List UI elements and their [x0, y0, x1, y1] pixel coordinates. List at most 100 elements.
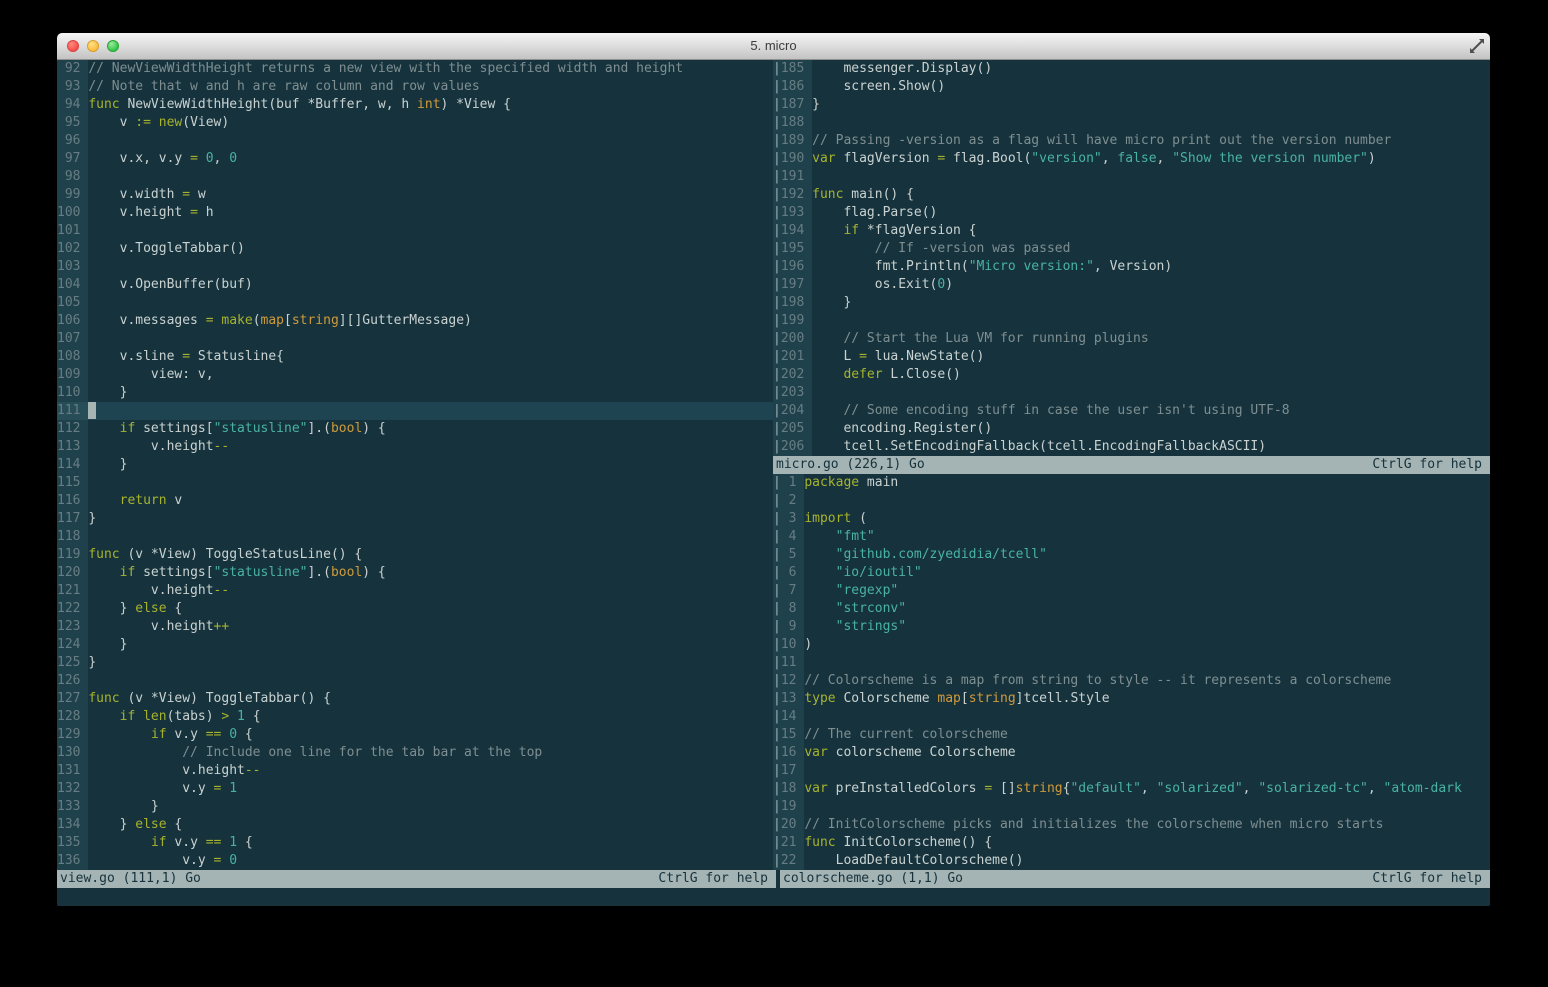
code-line[interactable]: 97 v.x, v.y = 0, 0 — [57, 150, 773, 168]
code-line[interactable]: 136 v.y = 0 — [57, 852, 773, 870]
code-line[interactable]: |199 — [773, 312, 1490, 330]
code-line[interactable]: |205 encoding.Register() — [773, 420, 1490, 438]
code-line[interactable]: |191 — [773, 168, 1490, 186]
split-divider: | — [773, 601, 781, 616]
code-line[interactable]: 100 v.height = h — [57, 204, 773, 222]
code-line[interactable]: 94 func NewViewWidthHeight(buf *Buffer, … — [57, 96, 773, 114]
code-line[interactable]: |206 tcell.SetEncodingFallback(tcell.Enc… — [773, 438, 1490, 456]
code-line[interactable]: 127 func (v *View) ToggleTabbar() { — [57, 690, 773, 708]
code-line[interactable]: 110 } — [57, 384, 773, 402]
code-line[interactable]: 106 v.messages = make(map[string][]Gutte… — [57, 312, 773, 330]
code-line[interactable]: |16 var colorscheme Colorscheme — [773, 744, 1490, 762]
code-line[interactable]: 133 } — [57, 798, 773, 816]
code-line[interactable]: |22 LoadDefaultColorscheme() — [773, 852, 1490, 870]
fullscreen-icon[interactable] — [1469, 38, 1485, 54]
code-line[interactable]: 108 v.sline = Statusline{ — [57, 348, 773, 366]
code-line[interactable]: 95 v := new(View) — [57, 114, 773, 132]
code-line[interactable]: 105 — [57, 294, 773, 312]
code-line[interactable]: | 4 "fmt" — [773, 528, 1490, 546]
code-line[interactable]: |10 ) — [773, 636, 1490, 654]
pane-colorscheme-go[interactable]: | 1 package main| 2 | 3 import (| 4 "fmt… — [773, 474, 1490, 870]
code-line[interactable]: |197 os.Exit(0) — [773, 276, 1490, 294]
code-line[interactable]: 115 — [57, 474, 773, 492]
code-line[interactable]: |201 L = lua.NewState() — [773, 348, 1490, 366]
code-line[interactable]: |19 — [773, 798, 1490, 816]
code-line[interactable]: 130 // Include one line for the tab bar … — [57, 744, 773, 762]
code-line[interactable]: 118 — [57, 528, 773, 546]
command-line[interactable] — [57, 888, 1490, 906]
code-line[interactable]: | 1 package main — [773, 474, 1490, 492]
code-line[interactable]: |193 flag.Parse() — [773, 204, 1490, 222]
pane-view-go[interactable]: 92 // NewViewWidthHeight returns a new v… — [57, 60, 773, 870]
code-line[interactable]: | 3 import ( — [773, 510, 1490, 528]
code-line[interactable]: 113 v.height-- — [57, 438, 773, 456]
code-line[interactable]: 129 if v.y == 0 { — [57, 726, 773, 744]
code-line[interactable]: |196 fmt.Println("Micro version:", Versi… — [773, 258, 1490, 276]
code-line[interactable]: |198 } — [773, 294, 1490, 312]
code-line[interactable]: |21 func InitColorscheme() { — [773, 834, 1490, 852]
code-line[interactable]: |13 type Colorscheme map[string]tcell.St… — [773, 690, 1490, 708]
code-line[interactable]: | 6 "io/ioutil" — [773, 564, 1490, 582]
code-line[interactable]: | 7 "regexp" — [773, 582, 1490, 600]
code-line[interactable]: |15 // The current colorscheme — [773, 726, 1490, 744]
code-line[interactable]: |195 // If -version was passed — [773, 240, 1490, 258]
code-line[interactable]: 98 — [57, 168, 773, 186]
code-line[interactable]: 104 v.OpenBuffer(buf) — [57, 276, 773, 294]
code-line[interactable]: 93 // Note that w and h are raw column a… — [57, 78, 773, 96]
code-line[interactable]: 131 v.height-- — [57, 762, 773, 780]
code-line[interactable]: 134 } else { — [57, 816, 773, 834]
code-line[interactable]: 114 } — [57, 456, 773, 474]
code-line[interactable]: 102 v.ToggleTabbar() — [57, 240, 773, 258]
code-line[interactable]: |12 // Colorscheme is a map from string … — [773, 672, 1490, 690]
code-line[interactable]: 103 — [57, 258, 773, 276]
code-line[interactable]: 122 } else { — [57, 600, 773, 618]
code-line[interactable]: |203 — [773, 384, 1490, 402]
code-line[interactable]: |200 // Start the Lua VM for running plu… — [773, 330, 1490, 348]
code-line[interactable]: 92 // NewViewWidthHeight returns a new v… — [57, 60, 773, 78]
code-line[interactable]: 109 view: v, — [57, 366, 773, 384]
code-line[interactable]: 124 } — [57, 636, 773, 654]
code-line[interactable]: | 8 "strconv" — [773, 600, 1490, 618]
code-line[interactable]: |192 func main() { — [773, 186, 1490, 204]
code-line[interactable]: |185 messenger.Display() — [773, 60, 1490, 78]
code-line[interactable]: |186 screen.Show() — [773, 78, 1490, 96]
code-line[interactable]: 116 return v — [57, 492, 773, 510]
code-line[interactable]: 111 — [57, 402, 773, 420]
code-line[interactable]: 125 } — [57, 654, 773, 672]
window-titlebar[interactable]: 5. micro — [57, 33, 1490, 60]
code-line[interactable]: | 2 — [773, 492, 1490, 510]
code-line[interactable]: |17 — [773, 762, 1490, 780]
code-line[interactable]: |14 — [773, 708, 1490, 726]
code-line[interactable]: | 9 "strings" — [773, 618, 1490, 636]
code-line[interactable]: | 5 "github.com/zyedidia/tcell" — [773, 546, 1490, 564]
code-line[interactable]: |188 — [773, 114, 1490, 132]
code-line[interactable]: |204 // Some encoding stuff in case the … — [773, 402, 1490, 420]
code-line[interactable]: 135 if v.y == 1 { — [57, 834, 773, 852]
code-line[interactable]: 99 v.width = w — [57, 186, 773, 204]
line-number: |196 — [773, 258, 812, 276]
code-line[interactable]: 96 — [57, 132, 773, 150]
code-line[interactable]: 101 — [57, 222, 773, 240]
code-line[interactable]: |189 // Passing -version as a flag will … — [773, 132, 1490, 150]
line-number: 120 — [57, 564, 88, 582]
split-divider: | — [773, 745, 781, 760]
code-line[interactable]: 123 v.height++ — [57, 618, 773, 636]
code-line[interactable]: |18 var preInstalledColors = []string{"d… — [773, 780, 1490, 798]
code-line[interactable]: |20 // InitColorscheme picks and initial… — [773, 816, 1490, 834]
pane-micro-go[interactable]: |185 messenger.Display()|186 screen.Show… — [773, 60, 1490, 456]
code-line[interactable]: |11 — [773, 654, 1490, 672]
code-line[interactable]: 117 } — [57, 510, 773, 528]
code-line[interactable]: 112 if settings["statusline"].(bool) { — [57, 420, 773, 438]
split-divider: | — [773, 817, 781, 832]
code-line[interactable]: 128 if len(tabs) > 1 { — [57, 708, 773, 726]
code-line[interactable]: 107 — [57, 330, 773, 348]
code-line[interactable]: 120 if settings["statusline"].(bool) { — [57, 564, 773, 582]
code-line[interactable]: |190 var flagVersion = flag.Bool("versio… — [773, 150, 1490, 168]
code-line[interactable]: |202 defer L.Close() — [773, 366, 1490, 384]
code-line[interactable]: |194 if *flagVersion { — [773, 222, 1490, 240]
code-line[interactable]: 126 — [57, 672, 773, 690]
code-line[interactable]: 132 v.y = 1 — [57, 780, 773, 798]
code-line[interactable]: 121 v.height-- — [57, 582, 773, 600]
code-line[interactable]: |187 } — [773, 96, 1490, 114]
code-line[interactable]: 119 func (v *View) ToggleStatusLine() { — [57, 546, 773, 564]
